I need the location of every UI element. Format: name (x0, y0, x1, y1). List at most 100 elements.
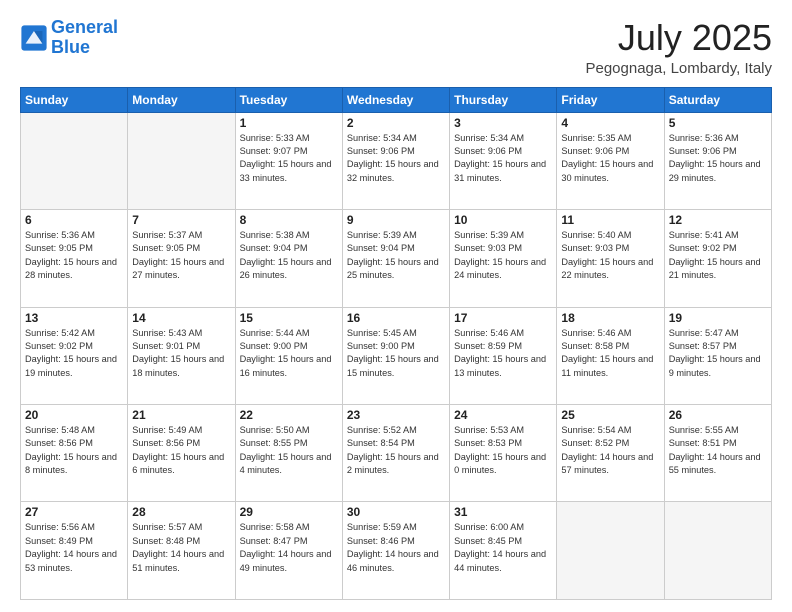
table-row: 10Sunrise: 5:39 AMSunset: 9:03 PMDayligh… (450, 210, 557, 307)
day-number: 20 (25, 408, 123, 422)
daylight-text: Daylight: 15 hours and 31 minutes. (454, 159, 546, 182)
day-number: 15 (240, 311, 338, 325)
sunrise-text: Sunrise: 5:56 AM (25, 522, 95, 532)
table-row (128, 112, 235, 209)
day-number: 12 (669, 213, 767, 227)
sunset-text: Sunset: 9:00 PM (347, 341, 415, 351)
day-number: 5 (669, 116, 767, 130)
daylight-text: Daylight: 15 hours and 21 minutes. (669, 257, 761, 280)
daylight-text: Daylight: 15 hours and 0 minutes. (454, 452, 546, 475)
header-friday: Friday (557, 87, 664, 112)
sunrise-text: Sunrise: 5:55 AM (669, 425, 739, 435)
sunrise-text: Sunrise: 5:39 AM (454, 230, 524, 240)
header-saturday: Saturday (664, 87, 771, 112)
sunset-text: Sunset: 9:05 PM (132, 243, 200, 253)
sunset-text: Sunset: 8:45 PM (454, 536, 522, 546)
day-info: Sunrise: 5:43 AMSunset: 9:01 PMDaylight:… (132, 327, 230, 380)
sunrise-text: Sunrise: 5:46 AM (454, 328, 524, 338)
day-info: Sunrise: 5:33 AMSunset: 9:07 PMDaylight:… (240, 132, 338, 185)
daylight-text: Daylight: 15 hours and 9 minutes. (669, 354, 761, 377)
daylight-text: Daylight: 14 hours and 51 minutes. (132, 549, 224, 572)
day-number: 24 (454, 408, 552, 422)
day-info: Sunrise: 5:39 AMSunset: 9:04 PMDaylight:… (347, 229, 445, 282)
table-row: 16Sunrise: 5:45 AMSunset: 9:00 PMDayligh… (342, 307, 449, 404)
table-row: 23Sunrise: 5:52 AMSunset: 8:54 PMDayligh… (342, 405, 449, 502)
table-row: 29 Sunrise: 5:58 AMSunset: 8:47 PMDayligh… (235, 502, 342, 600)
header-thursday: Thursday (450, 87, 557, 112)
sunrise-text: Sunrise: 5:37 AM (132, 230, 202, 240)
day-info: Sunrise: 5:52 AMSunset: 8:54 PMDaylight:… (347, 424, 445, 477)
day-number: 11 (561, 213, 659, 227)
table-row: 4 Sunrise: 5:35 AMSunset: 9:06 PMDaylight… (557, 112, 664, 209)
table-row: 14 Sunrise: 5:43 AMSunset: 9:01 PMDayligh… (128, 307, 235, 404)
day-number: 29 (240, 505, 338, 519)
sunset-text: Sunset: 9:05 PM (25, 243, 93, 253)
day-number: 2 (347, 116, 445, 130)
sunrise-text: Sunrise: 5:40 AM (561, 230, 631, 240)
day-number: 3 (454, 116, 552, 130)
daylight-text: Daylight: 15 hours and 13 minutes. (454, 354, 546, 377)
daylight-text: Daylight: 14 hours and 44 minutes. (454, 549, 546, 572)
sunset-text: Sunset: 9:06 PM (347, 146, 415, 156)
table-row: 20Sunrise: 5:48 AMSunset: 8:56 PMDayligh… (21, 405, 128, 502)
daylight-text: Daylight: 14 hours and 55 minutes. (669, 452, 761, 475)
sunrise-text: Sunrise: 5:59 AM (347, 522, 417, 532)
table-row: 21Sunrise: 5:49 AMSunset: 8:56 PMDayligh… (128, 405, 235, 502)
day-number: 28 (132, 505, 230, 519)
sunrise-text: Sunrise: 5:46 AM (561, 328, 631, 338)
day-number: 6 (25, 213, 123, 227)
day-number: 7 (132, 213, 230, 227)
table-row: 7Sunrise: 5:37 AMSunset: 9:05 PMDaylight… (128, 210, 235, 307)
calendar-week-row: 13Sunrise: 5:42 AMSunset: 9:02 PMDayligh… (21, 307, 772, 404)
day-number: 25 (561, 408, 659, 422)
day-info: Sunrise: 5:34 AMSunset: 9:06 PMDaylight:… (454, 132, 552, 185)
header-wednesday: Wednesday (342, 87, 449, 112)
day-number: 31 (454, 505, 552, 519)
day-number: 8 (240, 213, 338, 227)
daylight-text: Daylight: 15 hours and 4 minutes. (240, 452, 332, 475)
day-info: Sunrise: 5:42 AMSunset: 9:02 PMDaylight:… (25, 327, 123, 380)
day-number: 27 (25, 505, 123, 519)
table-row: 28Sunrise: 5:57 AMSunset: 8:48 PMDayligh… (128, 502, 235, 600)
sunrise-text: Sunrise: 5:49 AM (132, 425, 202, 435)
day-info: Sunrise: 5:38 AM Sunset: 9:04 PM Daylight:… (240, 229, 338, 282)
sunrise-text: Sunrise: 5:57 AM (132, 522, 202, 532)
day-info: Sunrise: 5:44 AMSunset: 9:00 PMDaylight:… (240, 327, 338, 380)
day-info: Sunrise: 5:41 AMSunset: 9:02 PMDaylight:… (669, 229, 767, 282)
sunset-text: Sunset: 8:53 PM (454, 438, 522, 448)
daylight-text: Daylight: 14 hours and 53 minutes. (25, 549, 117, 572)
daylight-text: Daylight: 15 hours and 2 minutes. (347, 452, 439, 475)
daylight-text: Daylight: 15 hours and 30 minutes. (561, 159, 653, 182)
sunrise-text: Sunrise: 5:38 AM (240, 230, 310, 240)
day-number: 18 (561, 311, 659, 325)
table-row (557, 502, 664, 600)
sunrise-text: Sunrise: 5:52 AM (347, 425, 417, 435)
day-info: Sunrise: 5:49 AMSunset: 8:56 PMDaylight:… (132, 424, 230, 477)
page: General Blue July 2025 Pegognaga, Lombar… (0, 0, 792, 612)
sunrise-text: Sunrise: 5:39 AM (347, 230, 417, 240)
table-row: 27Sunrise: 5:56 AMSunset: 8:49 PMDayligh… (21, 502, 128, 600)
day-number: 9 (347, 213, 445, 227)
day-info: Sunrise: 5:46 AMSunset: 8:58 PMDaylight:… (561, 327, 659, 380)
calendar-week-row: 27Sunrise: 5:56 AMSunset: 8:49 PMDayligh… (21, 502, 772, 600)
day-info: Sunrise: 5:35 AMSunset: 9:06 PMDaylight:… (561, 132, 659, 185)
day-info: Sunrise: 5:58 AMSunset: 8:47 PMDaylight:… (240, 521, 338, 574)
logo: General Blue (20, 18, 118, 58)
day-number: 14 (132, 311, 230, 325)
table-row: 17Sunrise: 5:46 AMSunset: 8:59 PMDayligh… (450, 307, 557, 404)
sunset-text: Sunset: 9:04 PM (347, 243, 415, 253)
sunrise-text: Sunrise: 5:34 AM (347, 133, 417, 143)
sunset-text: Sunset: 9:04 PM (240, 243, 308, 253)
daylight-text: Daylight: 15 hours and 19 minutes. (25, 354, 117, 377)
daylight-text: Daylight: 15 hours and 26 minutes. (240, 257, 332, 280)
daylight-text: Daylight: 15 hours and 6 minutes. (132, 452, 224, 475)
sunset-text: Sunset: 8:51 PM (669, 438, 737, 448)
table-row: 6Sunrise: 5:36 AMSunset: 9:05 PMDaylight… (21, 210, 128, 307)
day-info: Sunrise: 5:55 AM Sunset: 8:51 PM Daylight:… (669, 424, 767, 477)
daylight-text: Daylight: 15 hours and 22 minutes. (561, 257, 653, 280)
day-number: 4 (561, 116, 659, 130)
sunrise-text: Sunrise: 5:36 AM (669, 133, 739, 143)
table-row: 19Sunrise: 5:47 AMSunset: 8:57 PMDayligh… (664, 307, 771, 404)
header-monday: Monday (128, 87, 235, 112)
calendar-header-row: Sunday Monday Tuesday Wednesday Thursday… (21, 87, 772, 112)
